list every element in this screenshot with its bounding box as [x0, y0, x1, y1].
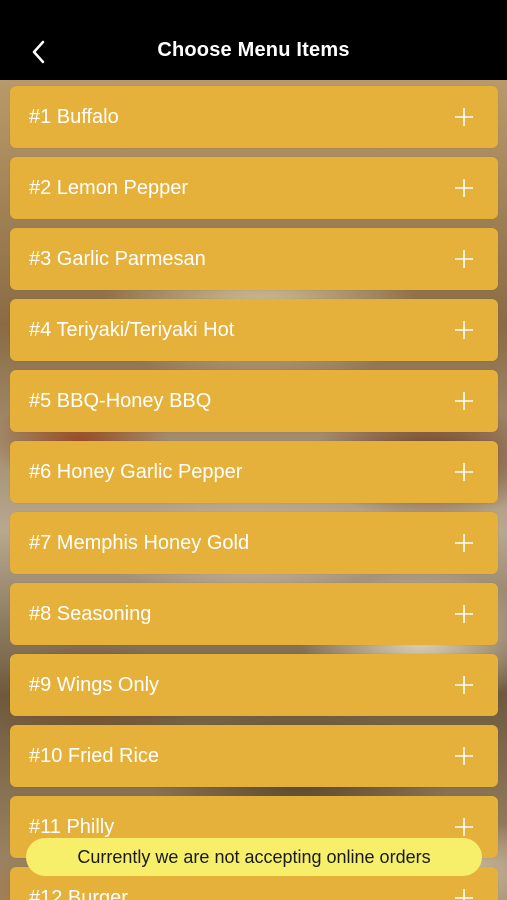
plus-icon[interactable]	[454, 107, 474, 127]
top-bar: Choose Menu Items	[0, 0, 507, 80]
plus-icon[interactable]	[454, 888, 474, 900]
menu-item-label: #12 Burger	[29, 887, 128, 900]
menu-item-label: #5 BBQ-Honey BBQ	[29, 390, 212, 412]
plus-icon[interactable]	[454, 391, 474, 411]
menu-item-label: #9 Wings Only	[29, 674, 160, 696]
ordering-unavailable-notice: Currently we are not accepting online or…	[26, 838, 482, 876]
menu-item-label: #10 Fried Rice	[29, 745, 160, 767]
plus-icon[interactable]	[454, 746, 474, 766]
menu-item-label: #6 Honey Garlic Pepper	[29, 461, 243, 483]
menu-item-seasoning[interactable]: #8 Seasoning	[10, 583, 498, 645]
notice-text: Currently we are not accepting online or…	[77, 847, 431, 867]
menu-item-memphis-honey-gold[interactable]: #7 Memphis Honey Gold	[10, 512, 498, 574]
plus-icon[interactable]	[454, 462, 474, 482]
menu-item-buffalo[interactable]: #1 Buffalo	[10, 86, 498, 148]
menu-item-honey-garlic-pepper[interactable]: #6 Honey Garlic Pepper	[10, 441, 498, 503]
menu-item-label: #3 Garlic Parmesan	[29, 248, 206, 270]
menu-item-garlic-parmesan[interactable]: #3 Garlic Parmesan	[10, 228, 498, 290]
menu-item-label: #2 Lemon Pepper	[29, 177, 189, 199]
plus-icon[interactable]	[454, 178, 474, 198]
menu-item-teriyaki[interactable]: #4 Teriyaki/Teriyaki Hot	[10, 299, 498, 361]
page-title: Choose Menu Items	[157, 39, 350, 61]
menu-item-lemon-pepper[interactable]: #2 Lemon Pepper	[10, 157, 498, 219]
menu-item-bbq-honey-bbq[interactable]: #5 BBQ-Honey BBQ	[10, 370, 498, 432]
plus-icon[interactable]	[454, 533, 474, 553]
plus-icon[interactable]	[454, 249, 474, 269]
plus-icon[interactable]	[454, 320, 474, 340]
menu-item-label: #4 Teriyaki/Teriyaki Hot	[29, 319, 235, 341]
plus-icon[interactable]	[454, 817, 474, 837]
menu-item-label: #7 Memphis Honey Gold	[29, 532, 250, 554]
plus-icon[interactable]	[454, 604, 474, 624]
menu-item-label: #11 Philly	[29, 816, 115, 838]
menu-item-label: #8 Seasoning	[29, 603, 152, 625]
menu-item-fried-rice[interactable]: #10 Fried Rice	[10, 725, 498, 787]
plus-icon[interactable]	[454, 675, 474, 695]
menu-item-wings-only[interactable]: #9 Wings Only	[10, 654, 498, 716]
menu-item-label: #1 Buffalo	[29, 106, 119, 128]
menu-list: #1 Buffalo #2 Lemon Pepper #3 Garlic Par…	[0, 80, 507, 900]
